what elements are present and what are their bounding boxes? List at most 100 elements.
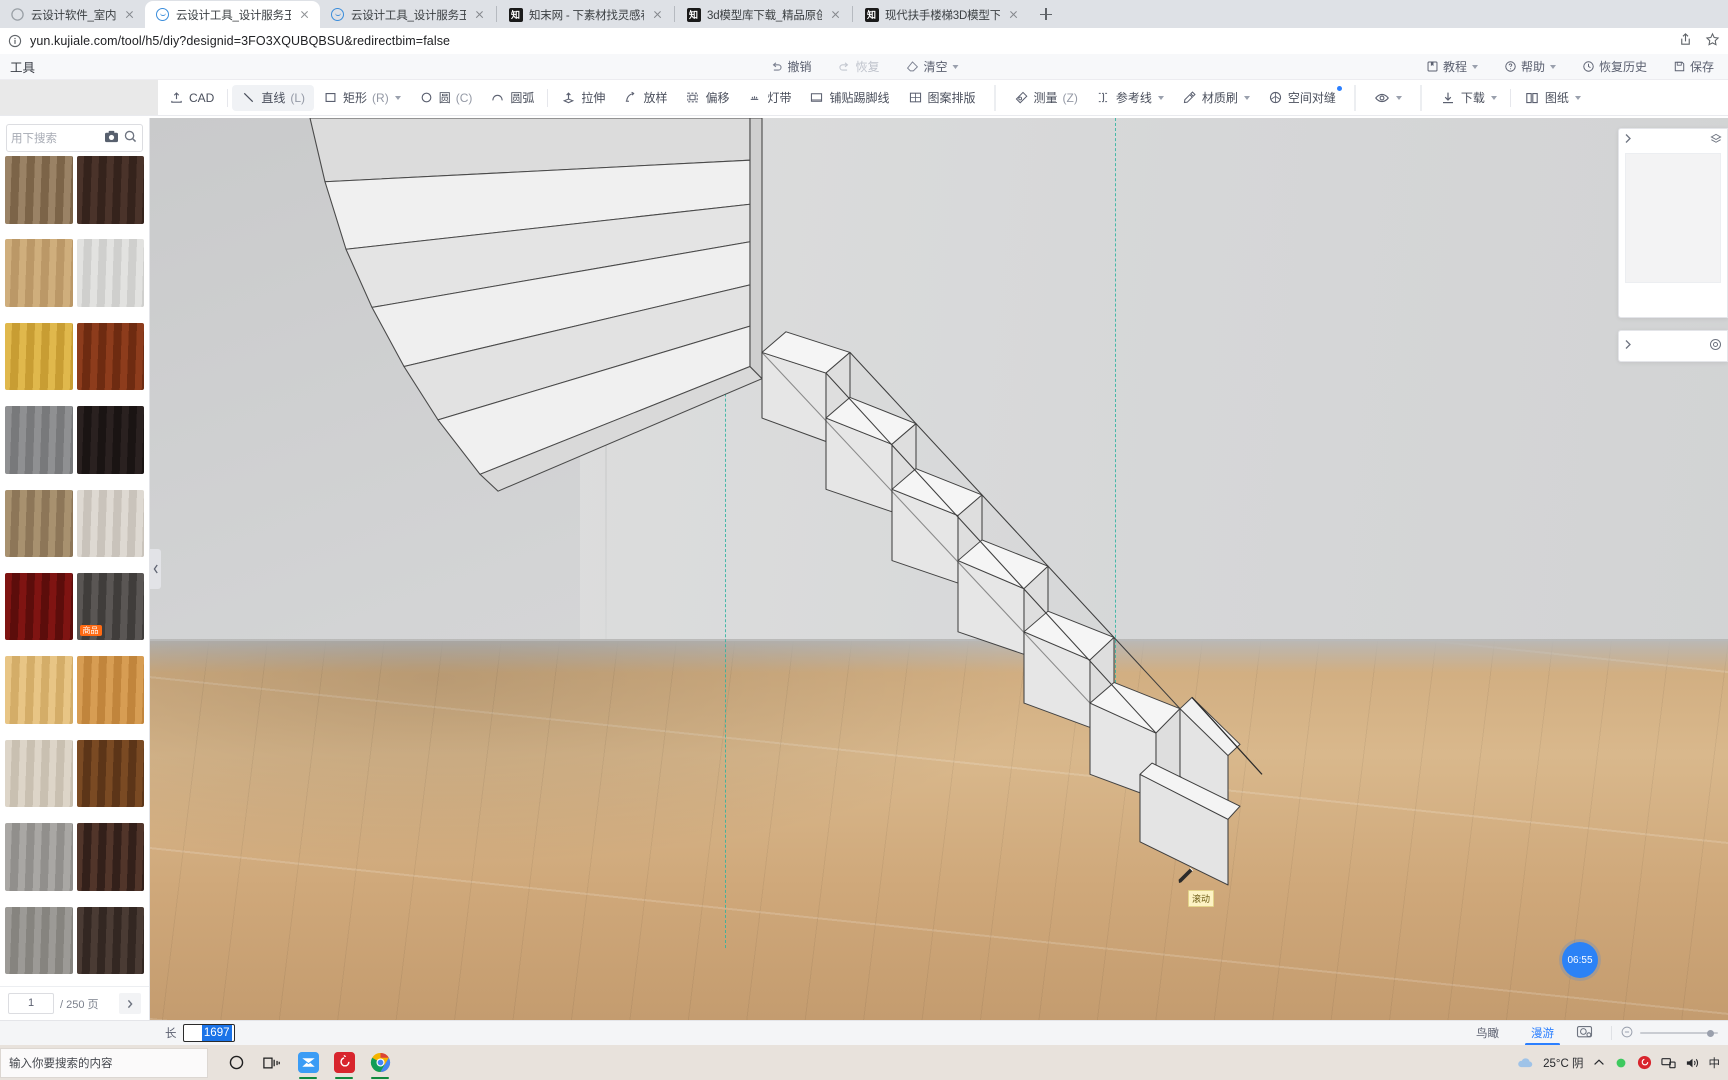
material-swatch[interactable]: [76, 322, 144, 391]
star-icon[interactable]: [1705, 32, 1720, 50]
chevron-up-icon[interactable]: [1593, 1058, 1605, 1067]
material-swatch[interactable]: [76, 739, 144, 808]
tool-material-brush[interactable]: 材质刷: [1173, 85, 1259, 111]
chevron-down-icon[interactable]: [394, 95, 401, 100]
right-preview-panel[interactable]: [1618, 128, 1728, 318]
material-swatch[interactable]: [76, 156, 144, 224]
tool-drawing[interactable]: 图纸: [1515, 85, 1590, 111]
zoom-slider-knob[interactable]: [1707, 1029, 1714, 1037]
material-search-box[interactable]: 用下搜索: [6, 124, 143, 152]
camera-icon[interactable]: [104, 130, 119, 146]
zoom-slider-track[interactable]: [1640, 1029, 1718, 1037]
material-swatch[interactable]: [5, 322, 73, 391]
tool-measure[interactable]: 测量 (Z): [1005, 85, 1087, 111]
tool-extrude[interactable]: 拉伸: [552, 85, 614, 111]
browser-tab-5[interactable]: 知 现代扶手楼梯3D模型下载【ID:9: [854, 1, 1029, 28]
zoom-icon[interactable]: [1620, 1025, 1634, 1042]
material-swatch[interactable]: 商品: [76, 572, 144, 641]
material-swatch[interactable]: [76, 906, 144, 975]
close-icon[interactable]: [650, 7, 665, 22]
network-icon[interactable]: [1660, 1056, 1676, 1070]
cortana-icon[interactable]: [218, 1045, 254, 1080]
material-swatch[interactable]: [76, 239, 144, 307]
tool-space-seam[interactable]: 空间对缝: [1259, 85, 1345, 111]
material-swatch[interactable]: [5, 239, 73, 307]
chevron-right-icon[interactable]: [1624, 133, 1633, 147]
camera-round-icon[interactable]: [1709, 338, 1722, 354]
material-swatch[interactable]: [5, 572, 73, 641]
netease-music-icon[interactable]: [326, 1045, 362, 1080]
browser-tab-0[interactable]: 云设计软件_室内设: [0, 1, 145, 28]
browser-tab-4[interactable]: 知 3d模型库下载_精品原创3d模型: [676, 1, 851, 28]
material-swatch[interactable]: [5, 823, 73, 891]
new-tab-button[interactable]: [1033, 1, 1059, 27]
browser-tab-2[interactable]: 云设计工具_设计服务王一、_未: [320, 1, 495, 28]
netease-tray-icon[interactable]: [1637, 1055, 1652, 1070]
chevron-down-icon[interactable]: [1574, 95, 1581, 100]
save-button[interactable]: 保存: [1673, 58, 1714, 75]
material-swatch[interactable]: [76, 656, 144, 724]
zoom-slider[interactable]: [1620, 1025, 1718, 1042]
clear-button[interactable]: 清空: [906, 58, 959, 75]
redo-button[interactable]: 恢复: [837, 58, 880, 75]
tool-rectangle[interactable]: 矩形 (R): [314, 85, 410, 111]
browser-tab-1[interactable]: 云设计工具_设计服务王一、_: [145, 1, 320, 28]
material-swatch[interactable]: [5, 656, 73, 724]
chevron-down-icon[interactable]: [1395, 95, 1402, 100]
restore-history-button[interactable]: 恢复历史: [1582, 58, 1647, 75]
view-tab-roaming[interactable]: 漫游: [1515, 1021, 1570, 1046]
material-swatch[interactable]: [5, 489, 73, 558]
search-icon[interactable]: [123, 129, 138, 147]
volume-icon[interactable]: [1685, 1056, 1700, 1070]
right-camera-panel[interactable]: [1618, 330, 1728, 362]
weather-label[interactable]: 25°C 阴: [1543, 1055, 1583, 1071]
design-3d-viewport[interactable]: 滚动 06:55: [150, 118, 1728, 1020]
tool-light-strip[interactable]: 灯带: [738, 85, 800, 111]
url-text[interactable]: yun.kujiale.com/tool/h5/diy?designid=3FO…: [30, 34, 1670, 48]
chrome-icon[interactable]: [362, 1045, 398, 1080]
material-swatch[interactable]: [76, 489, 144, 558]
tool-line[interactable]: 直线 (L): [232, 84, 315, 111]
panel-collapse-toggle[interactable]: [150, 549, 161, 589]
chevron-down-icon[interactable]: [1243, 95, 1250, 100]
tool-offset[interactable]: 偏移: [676, 85, 738, 111]
tool-baseboard[interactable]: 铺贴踢脚线: [800, 85, 898, 111]
close-icon[interactable]: [1006, 7, 1021, 22]
tool-guideline[interactable]: 参考线: [1087, 85, 1173, 111]
tool-pattern-layout[interactable]: 图案排版: [899, 85, 985, 111]
tool-loft[interactable]: 放样: [614, 85, 676, 111]
wechat-icon[interactable]: [290, 1045, 326, 1080]
next-page-button[interactable]: [119, 993, 141, 1014]
cloud-icon[interactable]: [1516, 1056, 1534, 1070]
chevron-right-icon[interactable]: [1624, 339, 1633, 353]
material-swatch[interactable]: [5, 156, 73, 224]
close-icon[interactable]: [472, 7, 487, 22]
material-swatch[interactable]: [5, 406, 73, 474]
tool-visibility[interactable]: [1365, 85, 1411, 111]
length-input[interactable]: 1697: [182, 1024, 235, 1042]
close-icon[interactable]: [828, 7, 843, 22]
share-icon[interactable]: [1678, 32, 1693, 50]
green-dot-icon[interactable]: [1614, 1056, 1628, 1070]
layers-icon[interactable]: [1710, 133, 1722, 148]
browser-tab-3[interactable]: 知 知末网 - 下素材找灵感看案例 -: [498, 1, 673, 28]
close-icon[interactable]: [297, 7, 312, 22]
close-icon[interactable]: [122, 7, 137, 22]
view-tab-birdseye[interactable]: 鸟瞰: [1460, 1021, 1515, 1046]
task-view-icon[interactable]: [254, 1045, 290, 1080]
material-swatch[interactable]: [76, 406, 144, 474]
info-icon[interactable]: [8, 34, 22, 48]
material-swatch[interactable]: [76, 823, 144, 891]
taskbar-search-box[interactable]: 输入你要搜索的内容: [0, 1047, 208, 1078]
snapshot-icon[interactable]: [1576, 1023, 1593, 1043]
tutorial-button[interactable]: 教程: [1426, 58, 1478, 75]
tool-arc[interactable]: 圆弧: [481, 85, 543, 111]
tool-download[interactable]: 下载: [1431, 85, 1506, 111]
session-timer-badge[interactable]: 06:55: [1562, 942, 1598, 978]
undo-button[interactable]: 撤销: [769, 58, 811, 75]
material-swatch[interactable]: [5, 906, 73, 975]
chevron-down-icon[interactable]: [1490, 95, 1497, 100]
tool-cad[interactable]: CAD: [160, 85, 223, 111]
page-number-input[interactable]: 1: [8, 993, 54, 1014]
help-button[interactable]: 帮助: [1504, 58, 1556, 75]
